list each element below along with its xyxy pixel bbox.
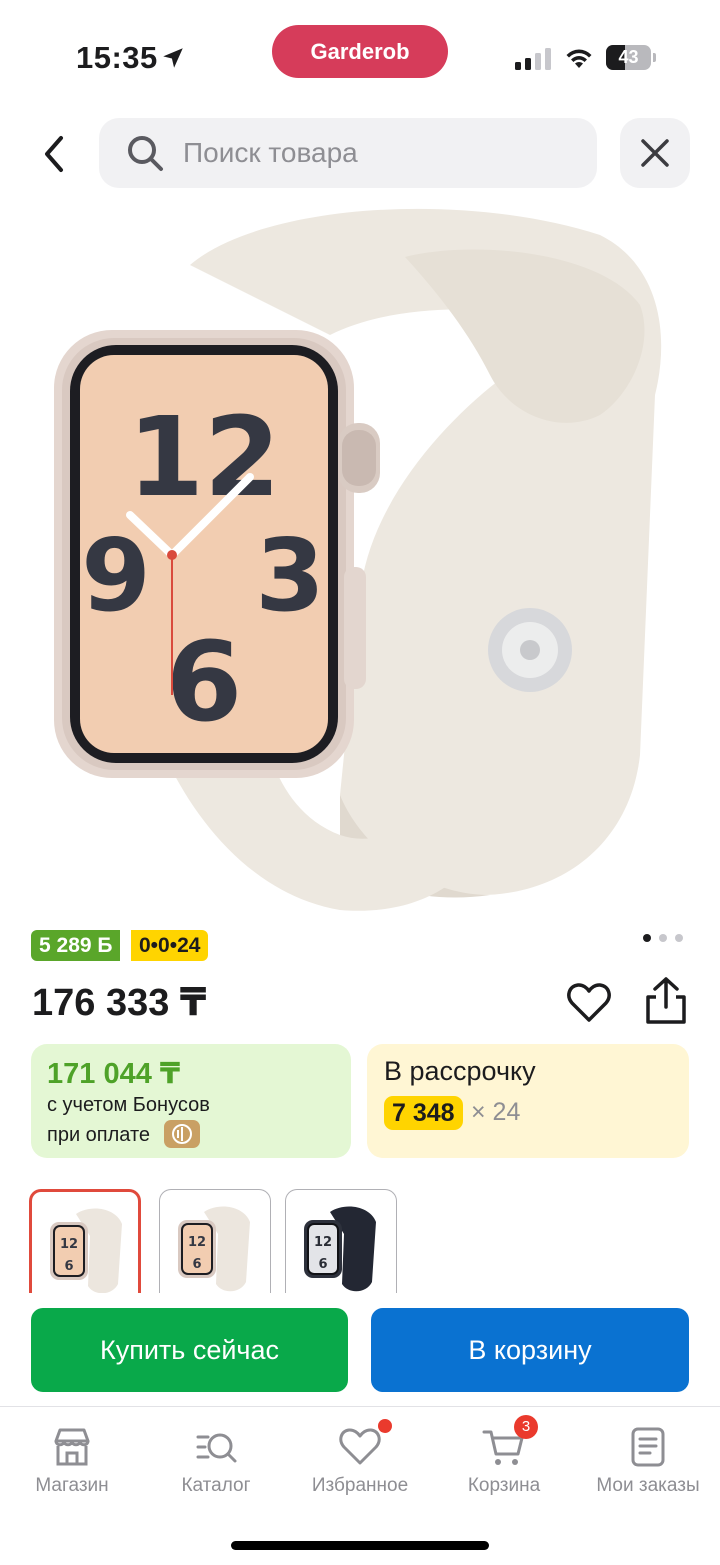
variant-thumbnail-3[interactable]: 12 6: [285, 1189, 397, 1293]
product-image-watch[interactable]: 12 9 3 6: [40, 195, 680, 915]
cellular-signal-icon: [515, 48, 551, 70]
tab-orders-label: Мои заказы: [596, 1475, 700, 1496]
chevron-left-icon: [45, 136, 63, 172]
location-arrow-icon: [163, 48, 183, 68]
add-to-cart-button[interactable]: В корзину: [371, 1308, 689, 1392]
watch-thumbnail-midnight: 12 6: [304, 1206, 376, 1292]
heart-icon: [339, 1428, 381, 1465]
variant-thumbnail-2[interactable]: 12 6: [159, 1189, 271, 1293]
close-search-button[interactable]: [620, 118, 690, 188]
orders-icon: [631, 1427, 665, 1467]
share-icon: [646, 977, 686, 1024]
tab-store[interactable]: Магазин: [0, 1407, 144, 1517]
tab-favorites[interactable]: Избранное: [288, 1407, 432, 1517]
catalog-search-icon: [196, 1433, 237, 1463]
cart-count-badge: 3: [514, 1415, 538, 1439]
installment-title: В рассрочку: [384, 1056, 536, 1086]
share-button[interactable]: [642, 975, 690, 1027]
svg-text:9: 9: [81, 517, 151, 634]
home-indicator: [231, 1541, 489, 1550]
tab-orders[interactable]: Мои заказы: [576, 1407, 720, 1517]
favorite-button[interactable]: [566, 980, 612, 1026]
heart-icon: [567, 983, 611, 1022]
tab-favorites-label: Избранное: [311, 1475, 409, 1496]
watch-thumbnail-starlight: 12 6: [50, 1208, 122, 1293]
svg-text:3: 3: [255, 517, 325, 634]
bonus-caption: с учетом Бонусов: [47, 1094, 210, 1116]
battery-percent: 43: [618, 47, 639, 67]
bonus-badge: 5 289 Б: [31, 930, 121, 961]
payment-app-icon: [164, 1120, 200, 1148]
status-time: 15:35: [76, 40, 158, 75]
payment-caption: при оплате: [47, 1124, 151, 1146]
svg-text:6: 6: [318, 1257, 327, 1272]
back-button[interactable]: [28, 128, 80, 180]
pager-dot: [659, 934, 667, 942]
bonus-price: 171 044 ₸: [47, 1058, 181, 1090]
search-icon: [128, 136, 163, 171]
buy-now-button[interactable]: Купить сейчас: [31, 1308, 348, 1392]
svg-text:6: 6: [166, 618, 243, 746]
tab-cart[interactable]: 3 Корзина: [432, 1407, 576, 1517]
tab-catalog[interactable]: Каталог: [144, 1407, 288, 1517]
installment-amount: 7 348: [384, 1096, 463, 1130]
tab-catalog-label: Каталог: [181, 1475, 251, 1496]
search-bar[interactable]: [99, 118, 597, 188]
svg-text:6: 6: [64, 1259, 73, 1274]
search-input[interactable]: [183, 118, 583, 188]
wifi-icon: [566, 49, 592, 68]
installment-months: × 24: [471, 1098, 521, 1126]
svg-text:12: 12: [127, 393, 280, 521]
status-bar: 15:35 Garderob 43: [0, 0, 720, 110]
store-icon: [54, 1428, 90, 1466]
battery-indicator: 43: [606, 45, 656, 70]
product-price: 176 333 ₸: [32, 982, 207, 1024]
svg-text:12: 12: [314, 1235, 332, 1250]
pager-dot-active: [643, 934, 651, 942]
bonus-price-card[interactable]: 171 044 ₸ с учетом Бонусов при оплате: [31, 1044, 351, 1158]
installment-card[interactable]: В рассрочку 7 348 × 24: [367, 1044, 689, 1158]
watch-thumbnail-starlight: 12 6: [178, 1206, 250, 1292]
app-name-pill[interactable]: Garderob: [272, 25, 448, 78]
svg-text:12: 12: [60, 1237, 78, 1252]
svg-text:6: 6: [192, 1257, 201, 1272]
variant-thumbnail-1[interactable]: 12 6: [29, 1189, 141, 1293]
installment-badge: 0•0•24: [131, 930, 209, 961]
tab-store-label: Магазин: [35, 1475, 109, 1496]
pager-dot: [675, 934, 683, 942]
image-pager-dots: [643, 934, 685, 944]
svg-text:12: 12: [188, 1235, 206, 1250]
tab-cart-label: Корзина: [467, 1475, 541, 1496]
favorites-notification-dot: [378, 1419, 392, 1433]
close-icon: [641, 139, 669, 167]
